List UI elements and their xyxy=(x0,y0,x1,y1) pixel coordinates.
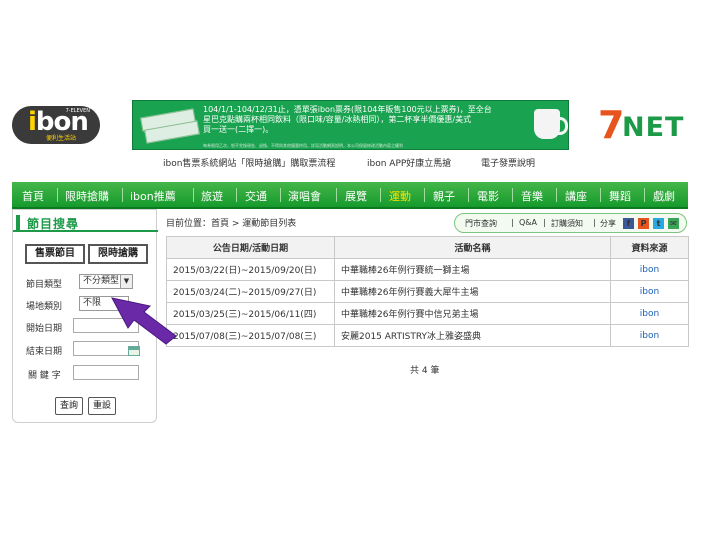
share-label: 分享 xyxy=(600,219,616,228)
link-ibon-app[interactable]: ibon APP好康立馬搶 xyxy=(367,156,451,169)
reset-button[interactable]: 重設 xyxy=(88,397,116,415)
7net-logo-net: NET xyxy=(622,112,685,143)
chevron-down-icon: ▼ xyxy=(120,275,132,288)
ticket-graphic xyxy=(139,108,201,144)
nav-item-home[interactable]: 首頁 xyxy=(22,188,44,204)
table-row[interactable]: 2015/03/25(三)~2015/06/11(四) 中華職棒26年例行賽中信… xyxy=(166,302,689,325)
title-bar-decoration xyxy=(16,215,20,231)
top-links: ibon售票系統網站「限時搶購」購取票流程 ibon APP好康立馬搶 電子發票… xyxy=(163,156,583,170)
nav-item-flash-sale[interactable]: 限時搶購 xyxy=(65,188,109,204)
type-select-value: 不分類型 xyxy=(83,276,120,286)
plurk-icon[interactable]: P xyxy=(638,218,649,229)
keyword-input[interactable] xyxy=(73,365,139,380)
ibon-logo-7eleven: 7-ELEVEN xyxy=(65,108,90,114)
row-date: 2015/03/22(日)~2015/09/20(日) xyxy=(166,258,335,281)
7net-logo[interactable]: 7 NET xyxy=(598,103,688,147)
tab-flash-sale[interactable]: 限時搶購 xyxy=(88,244,148,264)
banner-line-3: 買一送一(二擇一)。 xyxy=(203,125,274,134)
row-event-name[interactable]: 中華職棒26年例行賽統一獅主場 xyxy=(334,258,611,281)
nav-item-exhibition[interactable]: 展覽 xyxy=(345,188,367,204)
start-date-label: 開始日期 xyxy=(26,324,63,334)
banner-text: 104/1/1-104/12/31止，憑單張ibon票券(限104年販售100元… xyxy=(203,105,523,135)
row-date: 2015/07/08(三)~2015/07/08(三) xyxy=(166,324,335,347)
store-search-link[interactable]: 門市查詢 xyxy=(465,218,497,229)
main-nav: 首頁 限時搶購 ibon推薦 旅遊 交通 演唱會 展覽 運動 親子 電影 音樂 … xyxy=(12,182,688,209)
nav-item-movie[interactable]: 電影 xyxy=(477,188,499,204)
util-separator: | xyxy=(593,218,596,227)
column-header-name[interactable]: 活動名稱 xyxy=(334,236,611,259)
table-header-row: 公告日期/活動日期 活動名稱 資料來源 xyxy=(166,236,689,259)
program-table: 公告日期/活動日期 活動名稱 資料來源 2015/03/22(日)~2015/0… xyxy=(166,236,689,347)
nav-item-travel[interactable]: 旅遊 xyxy=(201,188,223,204)
panel-title: 節目搜尋 xyxy=(13,213,158,232)
nav-item-dance[interactable]: 舞蹈 xyxy=(609,188,631,204)
nav-item-drama[interactable]: 戲劇 xyxy=(653,188,675,204)
banner-line-2: 星巴克點購兩杯相同飲料（限口味/容量/冰熱相同），第二杯享半價優惠/美式 xyxy=(203,115,472,124)
nav-item-ibon-recommend[interactable]: ibon推薦 xyxy=(130,188,176,204)
keyword-label: 關 鍵 字 xyxy=(28,371,61,381)
ibon-logo-subtitle: 便利生活站 xyxy=(46,135,77,142)
nav-item-family[interactable]: 親子 xyxy=(433,188,455,204)
type-select[interactable]: 不分類型 ▼ xyxy=(79,274,133,289)
row-source[interactable]: ibon xyxy=(610,280,689,303)
row-date: 2015/03/24(二)~2015/09/27(日) xyxy=(166,280,335,303)
nav-item-transport[interactable]: 交通 xyxy=(245,188,267,204)
column-header-source[interactable]: 資料來源 xyxy=(610,236,689,259)
row-date: 2015/03/25(三)~2015/06/11(四) xyxy=(166,302,335,325)
banner-fine-print: 每券限用乙次，恕不兌換現金、退換、不得與其他優惠併用，詳見活動網頁說明，本公司保… xyxy=(203,143,403,148)
row-event-name[interactable]: 中華職棒26年例行賽義大犀牛主場 xyxy=(334,280,611,303)
total-count: 共 4 筆 xyxy=(410,366,440,376)
qa-link[interactable]: Q&A xyxy=(519,218,537,227)
link-e-invoice[interactable]: 電子發票說明 xyxy=(481,156,535,169)
twitter-icon[interactable]: t xyxy=(653,218,664,229)
venue-label: 場地類別 xyxy=(26,302,63,312)
facebook-icon[interactable]: f xyxy=(623,218,634,229)
util-separator: | xyxy=(511,218,514,227)
row-source[interactable]: ibon xyxy=(610,258,689,281)
calendar-icon[interactable] xyxy=(128,346,140,356)
annotation-arrow-icon xyxy=(111,297,177,345)
email-icon[interactable]: ✉ xyxy=(668,218,679,229)
table-row[interactable]: 2015/03/24(二)~2015/09/27(日) 中華職棒26年例行賽義大… xyxy=(166,280,689,303)
order-notice-link[interactable]: 訂購須知 xyxy=(551,218,583,229)
column-header-date[interactable]: 公告日期/活動日期 xyxy=(166,236,335,259)
table-row[interactable]: 2015/03/22(日)~2015/09/20(日) 中華職棒26年例行賽統一… xyxy=(166,258,689,281)
coffee-cup-icon xyxy=(534,109,568,139)
tab-ticket-programs[interactable]: 售票節目 xyxy=(25,244,85,264)
row-event-name[interactable]: 安麗2015 ARTISTRY冰上雅姿盛典 xyxy=(334,324,611,347)
breadcrumb: 目前位置：首頁 > 運動節目列表 xyxy=(166,219,297,229)
7net-logo-seven: 7 xyxy=(598,103,625,147)
row-event-name[interactable]: 中華職棒26年例行賽中信兄弟主場 xyxy=(334,302,611,325)
table-row[interactable]: 2015/07/08(三)~2015/07/08(三) 安麗2015 ARTIS… xyxy=(166,324,689,347)
promo-banner[interactable]: 104/1/1-104/12/31止，憑單張ibon票券(限104年販售100元… xyxy=(132,100,569,150)
link-ibon-ticket-flow[interactable]: ibon售票系統網站「限時搶購」購取票流程 xyxy=(163,156,335,169)
type-label: 節目類型 xyxy=(26,280,63,290)
ibon-logo-i: i xyxy=(28,107,37,137)
panel-title-text: 節目搜尋 xyxy=(27,217,80,231)
venue-select-value: 不限 xyxy=(83,298,102,308)
ibon-logo[interactable]: ibon 7-ELEVEN 便利生活站 xyxy=(12,106,100,144)
nav-item-lecture[interactable]: 講座 xyxy=(565,188,587,204)
utility-bar: 門市查詢 | Q&A | 訂購須知 | 分享 f P t ✉ xyxy=(454,213,687,233)
end-date-label: 結束日期 xyxy=(26,347,63,357)
nav-item-concert[interactable]: 演唱會 xyxy=(288,188,321,204)
row-source[interactable]: ibon xyxy=(610,324,689,347)
banner-line-1: 104/1/1-104/12/31止，憑單張ibon票券(限104年販售100元… xyxy=(203,105,492,114)
search-button[interactable]: 查詢 xyxy=(55,397,83,415)
row-source[interactable]: ibon xyxy=(610,302,689,325)
util-separator: | xyxy=(543,218,546,227)
nav-item-music[interactable]: 音樂 xyxy=(521,188,543,204)
nav-item-sports[interactable]: 運動 xyxy=(389,188,411,204)
